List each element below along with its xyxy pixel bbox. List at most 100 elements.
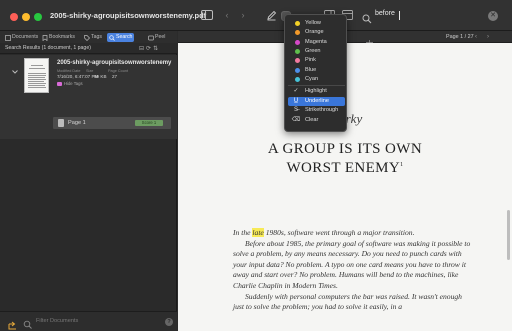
color-swatch <box>295 30 300 36</box>
search-icon <box>362 11 372 24</box>
close-window-button[interactable] <box>10 13 18 21</box>
body-text: In the late 1980s, software went through… <box>233 228 473 313</box>
meta-header-modified: Modified Date <box>57 69 81 73</box>
tab-peel[interactable]: Peel <box>148 33 165 42</box>
help-icon[interactable]: ? <box>165 318 173 326</box>
tags-row[interactable]: Hide Tags <box>57 81 83 86</box>
style-option-label: Clear <box>305 116 319 123</box>
results-summary: Search Results (1 document, 1 page) <box>5 45 91 51</box>
style-option-highlight[interactable]: ✓ Highlight <box>288 87 345 96</box>
tab-documents[interactable]: Documents <box>5 33 38 42</box>
tab-peel-label: Peel <box>155 34 166 40</box>
expand-icon[interactable]: ⊟ <box>139 46 146 52</box>
color-option-label: Blue <box>305 66 317 73</box>
style-option-label: Strikethrough <box>305 107 339 114</box>
pen-icon[interactable] <box>266 10 278 21</box>
arrow-right-icon[interactable] <box>8 318 18 330</box>
color-option-magenta[interactable]: Magenta <box>288 38 345 47</box>
vertical-scrollbar[interactable] <box>507 210 510 260</box>
search-input[interactable]: before <box>375 10 395 17</box>
color-swatch <box>295 58 300 64</box>
meta-size: 99 KB <box>94 74 107 79</box>
share-icon[interactable] <box>366 34 373 47</box>
tab-bookmarks-label: Bookmarks <box>49 34 75 40</box>
color-option-orange[interactable]: Orange <box>288 28 345 37</box>
underline-icon: U̲ <box>293 97 299 104</box>
style-option-underline[interactable]: U̲ Underline <box>288 96 345 106</box>
menu-divider <box>288 85 345 87</box>
color-option-label: Magenta <box>305 38 327 45</box>
forward-icon[interactable]: › <box>237 10 249 21</box>
tab-tags-label: Tags <box>91 34 102 40</box>
search-result[interactable]: 2005-shirky-agroupisitsownworstenemy Mod… <box>0 55 177 139</box>
text-caret <box>399 11 400 20</box>
tab-search[interactable]: Search <box>107 33 135 42</box>
peel-icon <box>148 35 154 40</box>
page-hit-row[interactable]: Page 1 Score 1 <box>53 117 171 129</box>
zoom-window-button[interactable] <box>34 13 42 21</box>
results-bar: Search Results (1 document, 1 page) ⊟⟳⇅ <box>0 43 177 54</box>
color-option-label: Yellow <box>305 20 321 26</box>
sidebar-tabs: Documents Bookmarks Tags Search Peel <box>0 31 177 43</box>
page-hit-label: Page 1 <box>68 120 86 126</box>
page-icon <box>58 119 64 127</box>
color-option-label: Green <box>305 47 321 54</box>
style-option-label: Highlight <box>305 88 327 95</box>
documents-icon <box>5 34 11 41</box>
annotation-menu: Yellow Orange Magenta Green Pink Blue Cyan ✓ Hig… <box>284 14 347 132</box>
next-page-icon[interactable]: › <box>487 34 489 40</box>
chapter-title-line-1: A GROUP IS ITS OWN <box>267 141 423 157</box>
search-icon <box>109 34 115 41</box>
document-title: 2005-shirky-agroupisitsownworstenemy.pdf <box>50 11 207 20</box>
minimize-window-button[interactable] <box>22 13 30 21</box>
tab-search-label: Search <box>116 34 133 40</box>
strikethrough-icon: S̶ <box>293 107 298 114</box>
style-option-label: Underline <box>305 97 329 104</box>
style-option-clear[interactable]: ⌫ Clear <box>288 116 345 125</box>
color-option-green[interactable]: Green <box>288 47 345 56</box>
paragraph-1: In the late 1980s, software went through… <box>233 228 473 239</box>
color-swatch <box>295 76 300 82</box>
color-option-yellow[interactable]: Yellow <box>288 19 345 28</box>
color-option-label: Orange <box>305 29 324 36</box>
tab-documents-label: Documents <box>12 34 39 40</box>
style-option-strikethrough[interactable]: S̶ Strikethrough <box>288 106 345 115</box>
meta-header-pages: Page Count <box>108 69 129 73</box>
color-option-blue[interactable]: Blue <box>288 66 345 75</box>
sidebar-toggle-icon[interactable] <box>201 10 213 21</box>
search-field[interactable]: before <box>362 9 472 24</box>
color-option-label: Cyan <box>305 75 319 82</box>
previous-page-icon[interactable]: ‹ <box>475 34 477 40</box>
filter-documents-input[interactable]: Filter Documents <box>36 318 78 324</box>
results-toolbar: ⊟⟳⇅ <box>139 45 160 52</box>
back-icon[interactable]: ‹ <box>221 10 233 21</box>
chapter-title-text: WORST ENEMY <box>286 160 401 176</box>
para1-prefix: In the <box>233 228 253 237</box>
document-thumbnail[interactable] <box>24 58 49 93</box>
search-hit-highlight[interactable]: late <box>252 228 264 237</box>
color-option-cyan[interactable]: Cyan <box>288 75 345 84</box>
footnote-marker: 1 <box>400 162 404 168</box>
checkmark-icon: ✓ <box>293 88 299 95</box>
tab-bookmarks[interactable]: Bookmarks <box>42 33 75 42</box>
sort-icon[interactable]: ⇅ <box>153 46 160 52</box>
tags-label: Hide Tags <box>64 81 83 86</box>
refresh-icon[interactable]: ⟳ <box>146 46 153 52</box>
color-swatch <box>295 21 300 26</box>
meta-header-size: Size <box>86 69 94 73</box>
eraser-icon: ⌫ <box>291 116 301 123</box>
clear-icon[interactable]: ✕ <box>488 11 498 21</box>
color-swatch <box>295 67 300 73</box>
score-badge: Score 1 <box>135 120 163 126</box>
meta-modified-date: 7/16/20, 6:47:07 PM <box>57 74 99 79</box>
title-bar: 2005-shirky-agroupisitsownworstenemy.pdf… <box>0 0 512 31</box>
result-title: 2005-shirky-agroupisitsownworstenemy <box>57 60 172 66</box>
tag-icon <box>57 81 62 86</box>
tag-icon <box>84 34 90 41</box>
color-option-pink[interactable]: Pink <box>288 56 345 65</box>
chevron-down-icon[interactable] <box>11 63 19 74</box>
tab-tags[interactable]: Tags <box>84 33 102 42</box>
paragraph-2: Before about 1985, the primary goal of s… <box>233 238 471 290</box>
chapter-title-line-2: WORST ENEMY1 <box>178 160 512 177</box>
color-swatch <box>295 48 300 54</box>
